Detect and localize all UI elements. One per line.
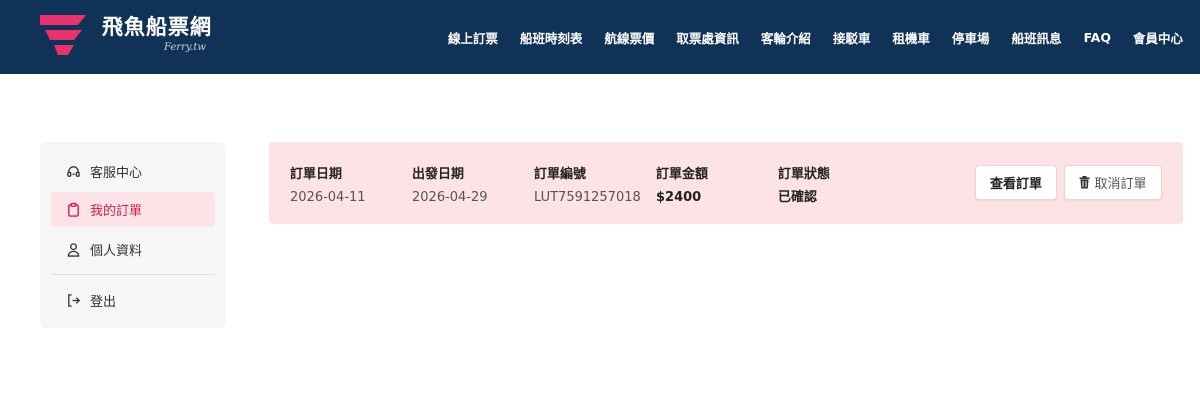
logo-icon[interactable]: [40, 15, 86, 57]
sidebar-item-label: 登出: [90, 295, 117, 310]
brand-name: 飛魚船票網: [102, 15, 212, 39]
brand[interactable]: 飛魚船票網 Ferry.tw: [102, 14, 212, 53]
nav-timetable[interactable]: 船班時刻表: [520, 28, 583, 47]
nav-member-center[interactable]: 會員中心: [1133, 28, 1183, 47]
sidebar-item-label: 我的訂單: [90, 204, 143, 219]
sidebar-item-label: 客服中心: [90, 166, 143, 181]
nav-sailing-news[interactable]: 船班訊息: [1012, 28, 1062, 47]
depart-date-label: 出發日期: [412, 167, 465, 182]
sidebar-item-customer-service[interactable]: 客服中心: [51, 154, 215, 189]
order-amount-field: 訂單金額 $2400: [656, 166, 708, 206]
cancel-order-button[interactable]: 取消訂單: [1064, 165, 1162, 200]
logout-icon: [65, 293, 81, 309]
user-icon: [65, 242, 81, 258]
clipboard-icon: [65, 202, 81, 218]
brand-subtitle: Ferry.tw: [164, 42, 206, 53]
nav-scooter-rental[interactable]: 租機車: [893, 28, 931, 47]
order-number-label: 訂單編號: [534, 167, 587, 182]
order-date-label: 訂單日期: [290, 167, 343, 182]
depart-date-field: 出發日期 2026-04-29: [412, 166, 488, 206]
order-date-value: 2026-04-11: [290, 190, 366, 205]
sidebar-item-my-orders[interactable]: 我的訂單: [51, 192, 215, 227]
order-amount-label: 訂單金額: [656, 167, 709, 182]
nav-faq[interactable]: FAQ: [1084, 30, 1111, 45]
trash-icon: [1079, 176, 1090, 189]
order-status-label: 訂單狀態: [778, 167, 831, 182]
nav-parking[interactable]: 停車場: [952, 28, 990, 47]
order-date-field: 訂單日期 2026-04-11: [290, 166, 366, 206]
sidebar-item-label: 個人資料: [90, 244, 143, 259]
nav-ships[interactable]: 客輪介紹: [761, 28, 811, 47]
sidebar-item-profile[interactable]: 個人資料: [51, 232, 215, 267]
view-order-button[interactable]: 查看訂單: [975, 165, 1057, 200]
top-header: 飛魚船票網 Ferry.tw 線上訂票 船班時刻表 航線票價 取票處資訊 客輪介…: [0, 0, 1200, 74]
nav-shuttle[interactable]: 接駁車: [833, 28, 871, 47]
order-amount-value: $2400: [656, 190, 702, 205]
nav-fares[interactable]: 航線票價: [604, 28, 654, 47]
order-status-value: 已確認: [778, 190, 818, 205]
account-sidebar: 客服中心 我的訂單 個人資料 登出: [40, 142, 226, 328]
order-number-field: 訂單編號 LUT7591257018: [534, 166, 641, 206]
nav-online-booking[interactable]: 線上訂票: [448, 28, 498, 47]
cancel-order-label: 取消訂單: [1094, 177, 1147, 192]
main-nav: 線上訂票 船班時刻表 航線票價 取票處資訊 客輪介紹 接駁車 租機車 停車場 船…: [426, 0, 1183, 74]
headset-icon: [65, 164, 81, 180]
sidebar-divider: [51, 274, 215, 275]
sidebar-item-logout[interactable]: 登出: [51, 283, 215, 318]
depart-date-value: 2026-04-29: [412, 190, 488, 205]
order-card: 訂單日期 2026-04-11 出發日期 2026-04-29 訂單編號 LUT…: [269, 142, 1183, 224]
order-number-value: LUT7591257018: [534, 190, 641, 205]
view-order-label: 查看訂單: [989, 177, 1042, 192]
order-status-field: 訂單狀態 已確認: [778, 166, 830, 206]
nav-ticket-pickup[interactable]: 取票處資訊: [676, 28, 739, 47]
